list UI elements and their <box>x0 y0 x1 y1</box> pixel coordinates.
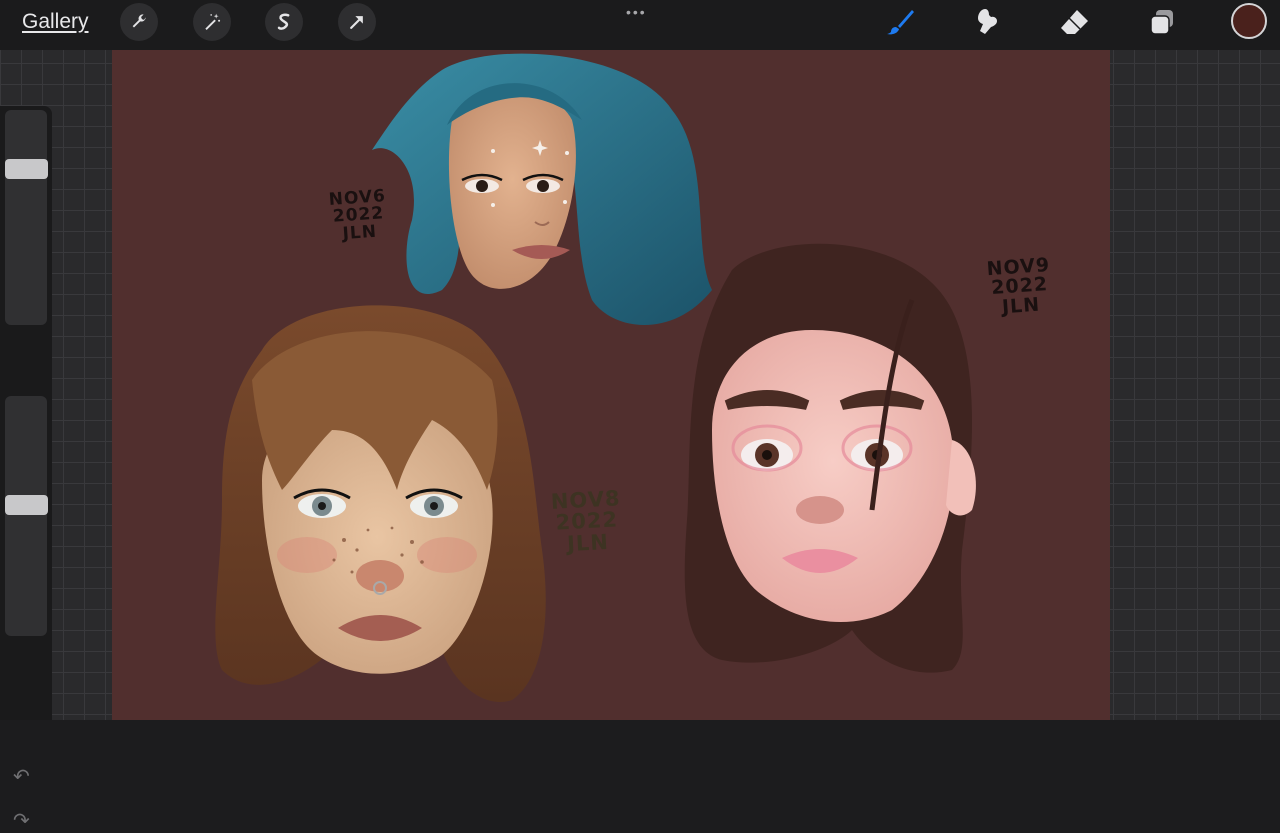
signature-nov6: NOV6 2022 JLN <box>328 186 389 244</box>
color-picker-button[interactable] <box>1231 3 1267 39</box>
smudge-tool-button[interactable] <box>970 5 1004 39</box>
brush-tool-button[interactable] <box>884 5 918 39</box>
selection-button[interactable] <box>265 3 303 41</box>
brush-icon <box>887 10 914 35</box>
drawing-canvas[interactable]: NOV6 2022 JLN NOV8 2022 JLN NOV9 2022 JL… <box>112 50 1110 720</box>
redo-icon[interactable]: ↷ <box>13 808 30 833</box>
top-toolbar: Gallery ••• <box>0 0 1280 50</box>
magic-wand-icon <box>205 13 221 30</box>
signature-line: JLN <box>566 529 610 556</box>
left-sidebar: ↶ ↷ <box>0 106 52 832</box>
artwork <box>215 53 976 702</box>
layers-button[interactable] <box>1145 5 1179 39</box>
layers-icon <box>1150 10 1173 35</box>
actions-button[interactable] <box>120 3 158 41</box>
transform-arrow-icon <box>350 16 363 29</box>
portrait-dark-hair <box>684 243 976 673</box>
opacity-slider[interactable] <box>5 396 48 636</box>
brush-size-slider-thumb[interactable] <box>5 159 48 179</box>
eraser-icon <box>1061 10 1088 34</box>
brush-size-slider[interactable] <box>5 110 48 325</box>
adjustments-button[interactable] <box>193 3 231 41</box>
transform-button[interactable] <box>338 3 376 41</box>
signature-nov8: NOV8 2022 JLN <box>550 486 623 556</box>
wrench-icon <box>132 14 146 28</box>
more-options-icon[interactable]: ••• <box>626 4 647 20</box>
undo-icon[interactable]: ↶ <box>13 764 30 789</box>
eraser-tool-button[interactable] <box>1057 5 1091 39</box>
smudge-icon <box>978 9 997 34</box>
opacity-slider-thumb[interactable] <box>5 495 48 515</box>
selection-icon <box>277 13 290 30</box>
portrait-brown-hair <box>215 305 546 702</box>
signature-nov9: NOV9 2022 JLN <box>986 254 1053 318</box>
portrait-teal-hair <box>372 53 712 325</box>
gallery-button[interactable]: Gallery <box>22 10 89 34</box>
